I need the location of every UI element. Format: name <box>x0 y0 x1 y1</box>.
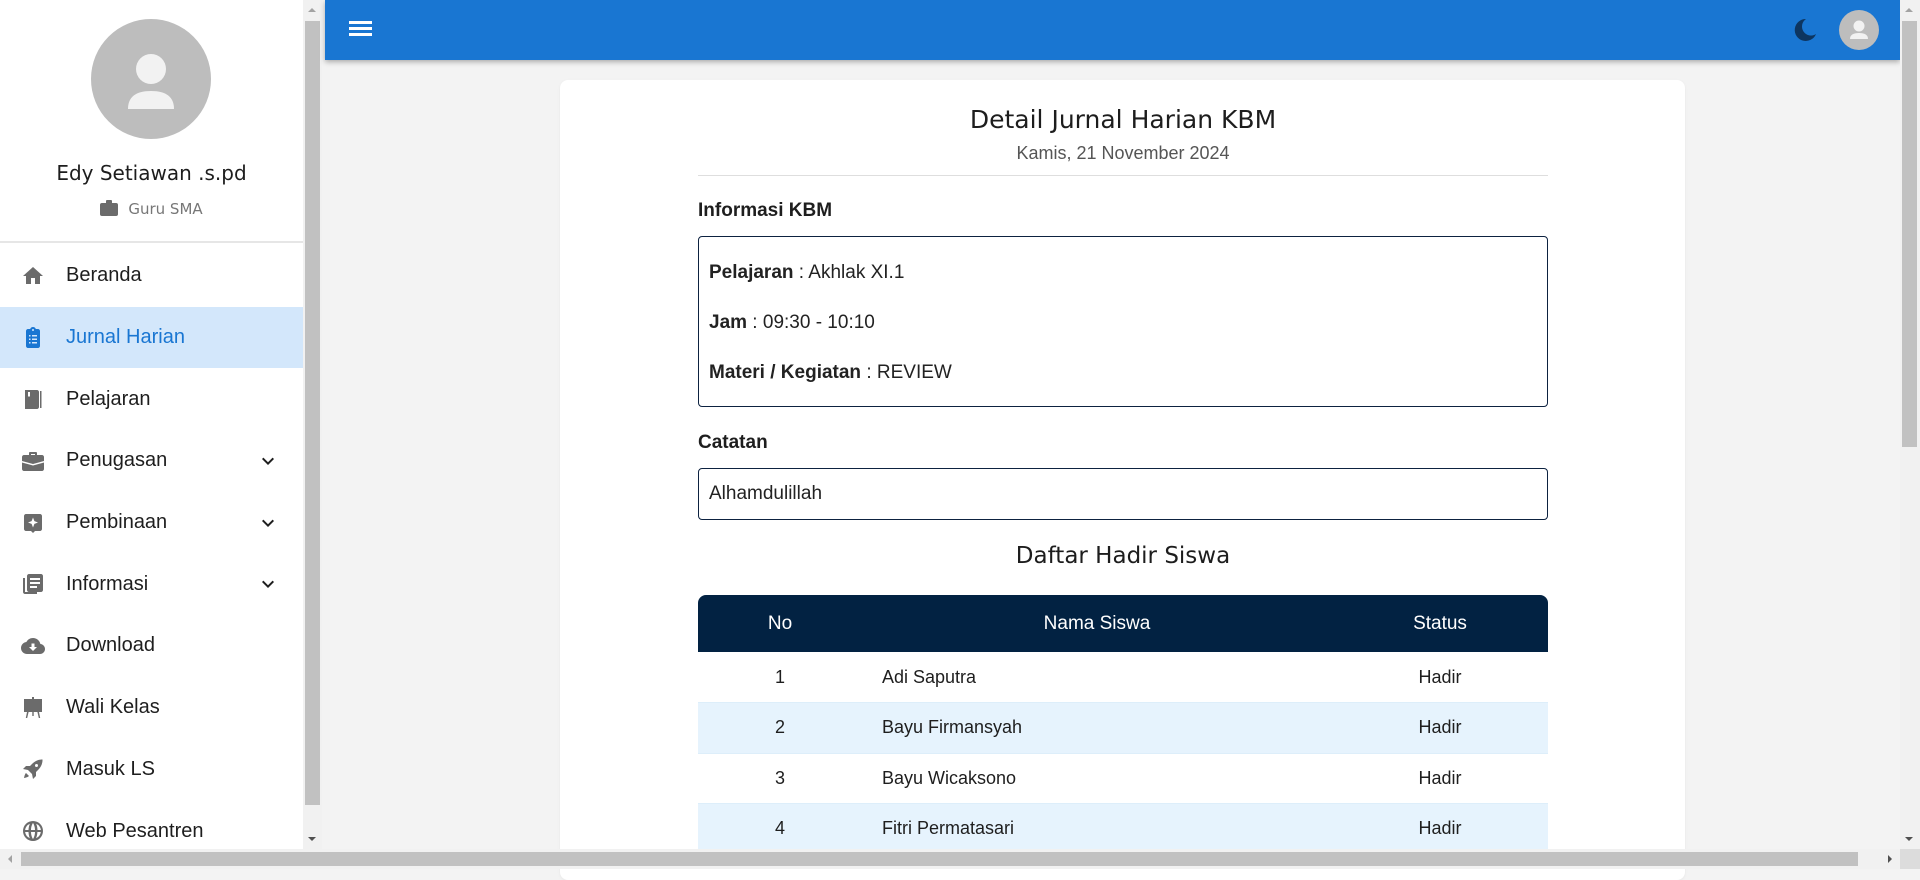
material-label: Materi / Kegiatan <box>709 362 862 383</box>
account-avatar[interactable] <box>1839 10 1879 50</box>
easel-icon <box>21 696 45 720</box>
person-icon <box>128 54 174 109</box>
subject-value: Akhlak XI.1 <box>808 262 905 283</box>
sparkle-badge-icon <box>21 511 45 535</box>
sidebar-item-label: Masuk LS <box>66 757 155 780</box>
sidebar-item-label: Download <box>66 634 155 657</box>
chevron-down-icon[interactable] <box>256 449 280 473</box>
scroll-down-arrow-icon[interactable] <box>308 837 316 841</box>
home-icon <box>21 264 45 288</box>
sidebar-item-label: Informasi <box>66 572 149 595</box>
rocket-icon <box>21 757 45 781</box>
notes-label: Catatan <box>698 432 768 453</box>
material-line: Materi / Kegiatan : REVIEW <box>709 362 952 383</box>
subject-label: Pelajaran <box>709 262 794 283</box>
cell-no: 1 <box>698 652 862 703</box>
cell-name: Bayu Firmansyah <box>862 702 1332 754</box>
article-icon <box>21 572 45 596</box>
notes-field[interactable] <box>698 468 1548 520</box>
cell-name: Bayu Wicaksono <box>862 753 1332 804</box>
sidebar-item-label: Web Pesantren <box>66 819 204 842</box>
table-row: 4 Fitri Permatasari Hadir <box>698 803 1548 855</box>
cell-status: Hadir <box>1332 702 1548 754</box>
cell-no: 4 <box>698 803 862 855</box>
page-title: Detail Jurnal Harian KBM <box>969 105 1277 134</box>
scrollbar-corner <box>1900 849 1920 869</box>
scroll-left-arrow-icon[interactable] <box>8 855 12 863</box>
column-header-name: Nama Siswa <box>862 595 1332 652</box>
scroll-up-arrow-icon[interactable] <box>308 8 316 12</box>
sidebar-scrollbar[interactable] <box>303 0 322 849</box>
table-row: 3 Bayu Wicaksono Hadir <box>698 753 1548 804</box>
top-app-bar <box>325 0 1900 60</box>
sidebar-item-penugasan[interactable]: Penugasan <box>0 430 303 492</box>
sidebar-scrollbar-thumb[interactable] <box>305 21 320 805</box>
sidebar-item-pembinaan[interactable]: Pembinaan <box>0 492 303 554</box>
column-header-no: No <box>698 595 862 652</box>
horizontal-scrollbar-thumb[interactable] <box>21 852 1858 866</box>
sidebar-item-label: Penugasan <box>66 449 168 472</box>
briefcase-icon <box>100 200 119 220</box>
cell-no: 3 <box>698 753 862 804</box>
sidebar: Edy Setiawan .s.pd Guru SMA Beranda Jurn… <box>0 0 303 849</box>
info-section-label: Informasi KBM <box>698 200 833 221</box>
time-value: 09:30 - 10:10 <box>762 312 875 333</box>
chevron-down-icon[interactable] <box>256 572 280 596</box>
attendance-table: No Nama Siswa Status 1 Adi Saputra Hadir… <box>698 595 1548 855</box>
profile-avatar <box>91 19 211 139</box>
journal-date: Kamis, 21 November 2024 <box>1016 143 1230 163</box>
sidebar-item-informasi[interactable]: Informasi <box>0 553 303 615</box>
clipboard-list-icon <box>21 326 45 350</box>
sidebar-nav: Beranda Jurnal Harian Pelajaran Penugasa… <box>0 245 303 849</box>
profile-name: Edy Setiawan .s.pd <box>56 161 247 185</box>
profile-section: Edy Setiawan .s.pd Guru SMA <box>0 0 303 243</box>
hamburger-menu-icon[interactable] <box>348 18 374 40</box>
time-label: Jam <box>709 312 748 333</box>
column-header-status: Status <box>1332 595 1548 652</box>
time-line: Jam : 09:30 - 10:10 <box>709 312 875 333</box>
scroll-down-arrow-icon[interactable] <box>1905 837 1913 841</box>
main-vertical-scrollbar-thumb[interactable] <box>1902 21 1917 447</box>
sidebar-item-web-pesantren[interactable]: Web Pesantren <box>0 800 303 849</box>
moon-icon[interactable] <box>1790 15 1820 45</box>
horizontal-scrollbar[interactable] <box>0 849 1900 869</box>
cell-status: Hadir <box>1332 652 1548 703</box>
sidebar-item-download[interactable]: Download <box>0 615 303 677</box>
header-divider <box>698 175 1548 176</box>
sidebar-item-label: Pembinaan <box>66 511 168 534</box>
globe-icon <box>21 819 45 843</box>
cell-no: 2 <box>698 702 862 754</box>
attendance-title: Daftar Hadir Siswa <box>1015 543 1231 569</box>
scroll-up-arrow-icon[interactable] <box>1905 8 1913 12</box>
cloud-download-icon <box>21 634 45 658</box>
table-row: 1 Adi Saputra Hadir <box>698 652 1548 703</box>
sidebar-item-label: Wali Kelas <box>66 696 160 719</box>
table-header-row: No Nama Siswa Status <box>698 595 1548 652</box>
cell-name: Fitri Permatasari <box>862 803 1332 855</box>
cell-status: Hadir <box>1332 803 1548 855</box>
cell-name: Adi Saputra <box>862 652 1332 703</box>
sidebar-item-wali-kelas[interactable]: Wali Kelas <box>0 677 303 739</box>
subject-line: Pelajaran : Akhlak XI.1 <box>709 262 905 283</box>
info-box: Pelajaran : Akhlak XI.1 Jam : 09:30 - 10… <box>698 236 1548 407</box>
person-icon <box>1850 20 1868 39</box>
sidebar-item-beranda[interactable]: Beranda <box>0 245 303 307</box>
table-row: 2 Bayu Firmansyah Hadir <box>698 702 1548 754</box>
sidebar-item-jurnal-harian[interactable]: Jurnal Harian <box>0 306 303 369</box>
briefcase-icon <box>21 449 45 473</box>
sidebar-item-masuk-ls[interactable]: Masuk LS <box>0 739 303 801</box>
sidebar-item-label: Jurnal Harian <box>66 326 185 349</box>
sidebar-item-label: Pelajaran <box>66 387 151 410</box>
cell-status: Hadir <box>1332 753 1548 804</box>
chevron-down-icon[interactable] <box>256 511 280 535</box>
book-icon <box>21 387 45 411</box>
profile-role-text: Guru SMA <box>128 200 203 218</box>
main-vertical-scrollbar[interactable] <box>1900 0 1920 849</box>
material-value: REVIEW <box>876 362 952 383</box>
profile-role: Guru SMA <box>0 200 303 220</box>
sidebar-item-pelajaran[interactable]: Pelajaran <box>0 368 303 430</box>
scroll-right-arrow-icon[interactable] <box>1888 855 1892 863</box>
sidebar-item-label: Beranda <box>66 264 142 287</box>
